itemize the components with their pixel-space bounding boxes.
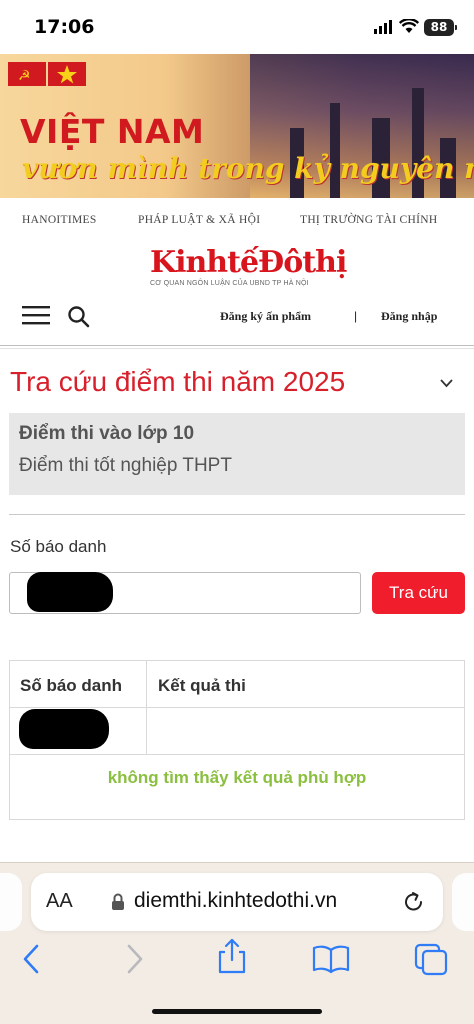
wifi-icon bbox=[399, 19, 419, 33]
redaction-mark bbox=[27, 572, 113, 612]
signup-publication-link[interactable]: Đăng ký ấn phẩm bbox=[220, 309, 311, 324]
nav-link-thi-truong[interactable]: THỊ TRƯỜNG TÀI CHÍNH bbox=[300, 214, 437, 226]
tabs-icon[interactable] bbox=[413, 942, 449, 976]
text-size-button[interactable]: AA bbox=[46, 890, 73, 913]
menu-item-thpt[interactable]: Điểm thi tốt nghiệp THPT bbox=[19, 455, 232, 477]
divider bbox=[0, 345, 474, 346]
menu-item-grade10[interactable]: Điểm thi vào lớp 10 bbox=[19, 423, 194, 445]
reload-icon[interactable] bbox=[402, 890, 426, 914]
status-time: 17:06 bbox=[34, 16, 95, 38]
search-button[interactable]: Tra cứu bbox=[372, 572, 465, 614]
hamburger-menu-icon[interactable] bbox=[22, 304, 50, 326]
logo-wordmark: KinhtếĐôthị bbox=[150, 245, 347, 280]
communist-flag-icon: ☭ bbox=[8, 62, 46, 86]
table-header-result: Kết quả thi bbox=[158, 676, 246, 695]
login-link[interactable]: Đăng nhập bbox=[381, 309, 437, 324]
search-icon[interactable] bbox=[67, 305, 91, 329]
logo-tagline: CƠ QUAN NGÔN LUẬN CỦA UBND TP HÀ NỘI bbox=[150, 280, 309, 287]
cellular-signal-icon bbox=[374, 20, 392, 34]
vietnam-flag-icon bbox=[48, 62, 86, 86]
home-indicator bbox=[152, 1009, 322, 1014]
bookmarks-icon[interactable] bbox=[312, 944, 350, 974]
header-separator: | bbox=[354, 309, 358, 323]
svg-text:☭: ☭ bbox=[18, 68, 31, 84]
chevron-down-icon[interactable] bbox=[440, 379, 453, 388]
promo-banner[interactable]: ☭ VIỆT NAM vươn mình trong kỷ nguyên mới bbox=[0, 54, 474, 198]
back-icon[interactable] bbox=[22, 944, 42, 974]
divider bbox=[9, 514, 465, 515]
lock-icon bbox=[112, 893, 124, 910]
divider bbox=[0, 348, 474, 349]
adjacent-tab-left[interactable] bbox=[0, 873, 22, 931]
nav-link-hanoitimes[interactable]: HANOITIMES bbox=[22, 214, 97, 226]
status-bar: 17:06 88 bbox=[0, 0, 474, 54]
nav-link-phap-luat[interactable]: PHÁP LUẬT & XÃ HỘI bbox=[138, 214, 260, 226]
battery-indicator: 88 bbox=[424, 19, 457, 36]
redaction-mark bbox=[19, 709, 109, 749]
url-text: diemthi.kinhtedothi.vn bbox=[134, 889, 338, 912]
no-result-message: không tìm thấy kết quả phù hợp bbox=[107, 768, 367, 787]
page-title: Tra cứu điểm thi năm 2025 bbox=[10, 366, 346, 397]
candidate-number-label: Số báo danh bbox=[10, 537, 107, 556]
share-icon[interactable] bbox=[216, 938, 248, 974]
banner-subtitle: vươn mình trong kỷ nguyên mới bbox=[22, 152, 474, 185]
adjacent-tab-right[interactable] bbox=[452, 873, 474, 931]
banner-title: VIỆT NAM bbox=[20, 112, 205, 151]
forward-icon[interactable] bbox=[124, 944, 144, 974]
table-header-candidate-number: Số báo danh bbox=[20, 676, 122, 695]
